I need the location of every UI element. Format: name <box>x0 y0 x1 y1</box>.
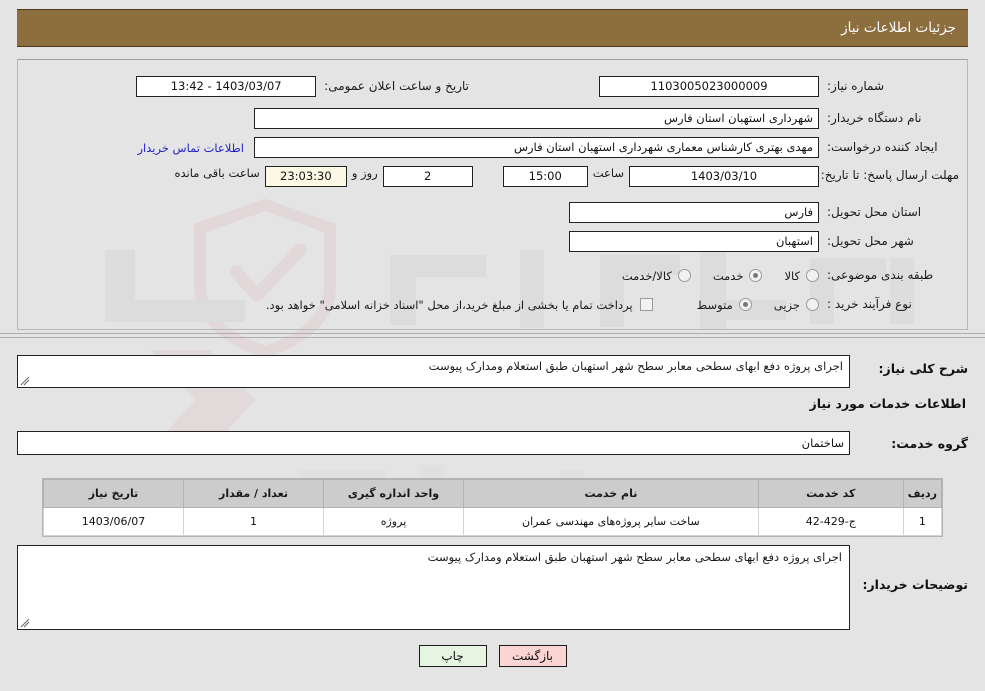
general-description-box[interactable]: اجرای پروژه دفع ابهای سطحی معابر سطح شهر… <box>17 355 850 388</box>
radio-process-jozei[interactable] <box>806 298 819 311</box>
deadline-countdown-label: ساعت باقی مانده <box>174 166 260 180</box>
radio-process-jozei-label: جزیی <box>773 297 800 312</box>
row-subject-category: طبقه بندی موضوعی: کالا خدمت کالا/خدمت <box>18 263 967 288</box>
col-code: کد خدمت <box>757 479 904 508</box>
col-quantity: تعداد / مقدار <box>183 479 324 508</box>
services-heading-row: اطلاعات خدمات مورد نیاز <box>17 396 968 411</box>
general-description-value: اجرای پروژه دفع ابهای سطحی معابر سطح شهر… <box>428 359 843 373</box>
delivery-province-label: استان محل تحویل: <box>827 205 922 219</box>
deadline-days-label: روز و <box>351 166 378 180</box>
cell-name: ساخت سایر پروژه‌های مهندسی عمران <box>463 507 759 536</box>
radio-category-kala-label: کالا <box>784 268 800 283</box>
checkbox-treasury-documents[interactable] <box>639 298 653 311</box>
radio-category-kala-khedmat-label: کالا/خدمت <box>621 268 672 283</box>
divider-top-2 <box>0 337 985 338</box>
cell-radif: 1 <box>902 507 943 536</box>
radio-category-khedmat[interactable] <box>749 269 763 282</box>
deadline-date-value: 1403/03/10 <box>629 166 819 187</box>
services-table: ردیف کد خدمت نام خدمت واحد اندازه گیری ت… <box>42 478 943 537</box>
delivery-city-label: شهر محل تحویل: <box>827 234 914 248</box>
row-deadline: مهلت ارسال پاسخ: تا تاریخ: 1403/03/10 سا… <box>18 166 967 191</box>
service-group-value: ساختمان <box>17 431 850 455</box>
buyer-notes-value: اجرای پروژه دفع ابهای سطحی معابر سطح شهر… <box>427 550 842 564</box>
table-row[interactable]: 1 ج-429-42 ساخت سایر پروژه‌های مهندسی عم… <box>43 507 943 536</box>
radio-process-motevaset[interactable] <box>738 298 752 311</box>
deadline-time-value: 15:00 <box>502 166 588 187</box>
page-root: جزئیات اطلاعات نیاز شماره نیاز: 11030050… <box>0 0 985 691</box>
back-button[interactable]: بازگشت <box>498 645 567 667</box>
action-button-row: بازگشت چاپ <box>0 645 985 667</box>
deadline-days-value: 2 <box>382 166 473 187</box>
need-summary-panel: شماره نیاز: 1103005023000009 تاریخ و ساع… <box>17 59 968 330</box>
table-header-row: ردیف کد خدمت نام خدمت واحد اندازه گیری ت… <box>43 479 943 508</box>
buyer-notes-box[interactable]: اجرای پروژه دفع ابهای سطحی معابر سطح شهر… <box>17 545 850 630</box>
radio-category-kala-khedmat[interactable] <box>677 269 691 282</box>
service-group-label: گروه خدمت: <box>891 435 968 451</box>
col-radif: ردیف <box>902 479 943 508</box>
deadline-time-label: ساعت <box>592 166 624 180</box>
cell-unit: پروژه <box>323 507 464 536</box>
col-name: نام خدمت <box>463 479 759 508</box>
request-creator-label: ایجاد کننده درخواست: <box>827 140 938 154</box>
resize-grip-icon <box>20 376 30 386</box>
buyer-org-value: شهرداری استهبان استان فارس <box>254 108 819 129</box>
col-unit: واحد اندازه گیری <box>323 479 464 508</box>
deadline-countdown-value: 23:03:30 <box>264 166 347 187</box>
row-request-creator: ایجاد کننده درخواست: مهدی بهتری کارشناس … <box>18 135 967 160</box>
need-number-label: شماره نیاز: <box>827 79 884 93</box>
cell-code: ج-429-42 <box>757 507 904 536</box>
radio-category-kala[interactable] <box>806 269 819 282</box>
request-creator-value: مهدی بهتری کارشناس معماری شهرداری استهبا… <box>254 137 819 158</box>
announce-datetime-label: تاریخ و ساعت اعلان عمومی: <box>324 79 469 93</box>
row-buyer-org: نام دستگاه خریدار: شهرداری استهبان استان… <box>18 106 967 131</box>
resize-grip-icon-notes <box>20 618 30 628</box>
col-need-date: تاریخ نیاز <box>43 479 184 508</box>
general-description-row: شرح کلی نیاز: اجرای پروژه دفع ابهای سطحی… <box>17 355 968 388</box>
service-group-row: گروه خدمت: ساختمان <box>17 431 968 455</box>
buyer-notes-label: توضیحات خریدار: <box>862 577 968 592</box>
cell-need-date: 1403/06/07 <box>43 507 184 536</box>
page-header-bar: جزئیات اطلاعات نیاز <box>17 9 968 47</box>
buyer-contact-link[interactable]: اطلاعات تماس خریدار <box>137 141 244 155</box>
delivery-city-value: استهبان <box>569 231 819 252</box>
treasury-note-text: پرداخت تمام یا بخشی از مبلغ خرید،از محل … <box>265 297 633 312</box>
buyer-org-label: نام دستگاه خریدار: <box>827 111 922 125</box>
announce-datetime-value: 1403/03/07 - 13:42 <box>136 76 317 97</box>
row-delivery-province: استان محل تحویل: فارس <box>18 200 967 225</box>
services-heading: اطلاعات خدمات مورد نیاز <box>809 396 967 411</box>
delivery-province-value: فارس <box>569 202 819 223</box>
row-purchase-process: نوع فرآیند خرید : جزیی متوسط پرداخت تمام… <box>18 292 967 317</box>
row-need-number: شماره نیاز: 1103005023000009 تاریخ و ساع… <box>18 74 967 99</box>
divider-top <box>0 333 985 334</box>
need-number-value: 1103005023000009 <box>599 76 819 97</box>
deadline-label: مهلت ارسال پاسخ: تا تاریخ: <box>820 168 959 182</box>
row-delivery-city: شهر محل تحویل: استهبان <box>18 229 967 254</box>
radio-category-khedmat-label: خدمت <box>712 268 744 283</box>
radio-process-motevaset-label: متوسط <box>696 297 733 312</box>
print-button[interactable]: چاپ <box>418 645 487 667</box>
purchase-process-label: نوع فرآیند خرید : <box>827 297 912 311</box>
cell-quantity: 1 <box>183 507 324 536</box>
page-title: جزئیات اطلاعات نیاز <box>841 20 956 36</box>
buyer-notes-row: توضیحات خریدار: اجرای پروژه دفع ابهای سط… <box>17 545 968 630</box>
general-description-label: شرح کلی نیاز: <box>878 361 968 376</box>
subject-category-label: طبقه بندی موضوعی: <box>827 268 934 282</box>
